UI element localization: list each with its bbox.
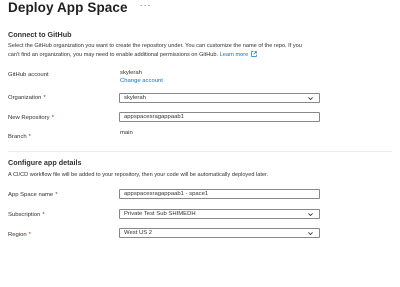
chevron-down-icon <box>308 97 313 101</box>
required-marker: * <box>42 212 45 218</box>
new-repository-label: New Repository * <box>8 115 54 121</box>
organization-dropdown[interactable]: skylerah <box>119 93 320 103</box>
branch-label-text: Branch <box>8 134 27 140</box>
configure-app-heading: Configure app details <box>8 158 82 167</box>
new-repository-label-text: New Repository <box>8 115 50 121</box>
title-row: Deploy App Space ··· <box>8 0 152 15</box>
branch-value: main <box>120 130 133 136</box>
subscription-selected-value: Private Test Sub SHIMEDH <box>124 211 196 217</box>
app-space-name-label-text: App Space name <box>8 192 54 198</box>
section-divider <box>8 151 392 152</box>
required-marker: * <box>28 134 31 140</box>
chevron-down-icon <box>308 232 313 236</box>
app-space-name-label: App Space name * <box>8 192 58 198</box>
subscription-dropdown[interactable]: Private Test Sub SHIMEDH <box>119 209 320 219</box>
app-space-name-value: appspacesragappaab1 - space1 <box>124 191 209 197</box>
branch-label: Branch * <box>8 134 31 140</box>
new-repository-value: appspacesragappaab1 <box>124 114 184 120</box>
region-selected-value: West US 2 <box>124 230 153 236</box>
subscription-label-text: Subscription <box>8 212 41 218</box>
change-account-link[interactable]: Change account <box>120 78 163 84</box>
connect-github-heading: Connect to GitHub <box>8 30 72 39</box>
new-repository-input[interactable]: appspacesragappaab1 <box>119 112 320 122</box>
github-account-value: skylerah <box>120 70 142 76</box>
required-marker: * <box>55 192 58 198</box>
required-marker: * <box>28 232 31 238</box>
subscription-label: Subscription * <box>8 212 45 218</box>
region-dropdown[interactable]: West US 2 <box>119 228 320 238</box>
page-title: Deploy App Space <box>8 0 128 15</box>
organization-label-text: Organization <box>8 95 42 101</box>
organization-label: Organization * <box>8 95 46 101</box>
github-description-line2: can't find an organization, you may need… <box>8 52 219 59</box>
github-description: Select the GitHub organization you want … <box>8 42 326 61</box>
region-label: Region * <box>8 232 31 238</box>
app-space-name-input[interactable]: appspacesragappaab1 - space1 <box>119 189 320 199</box>
app-description: A CI/CD workflow file will be added to y… <box>8 172 269 178</box>
more-ellipsis-icon[interactable]: ··· <box>140 0 152 10</box>
organization-selected-value: skylerah <box>124 95 146 101</box>
github-description-line1: Select the GitHub organization you want … <box>8 43 302 49</box>
required-marker: * <box>51 115 54 121</box>
chevron-down-icon <box>308 213 313 217</box>
learn-more-link[interactable]: Learn more <box>220 52 249 58</box>
required-marker: * <box>43 95 46 101</box>
external-link-icon[interactable] <box>251 51 257 58</box>
github-account-label: GitHub account <box>8 72 49 78</box>
region-label-text: Region <box>8 232 27 238</box>
